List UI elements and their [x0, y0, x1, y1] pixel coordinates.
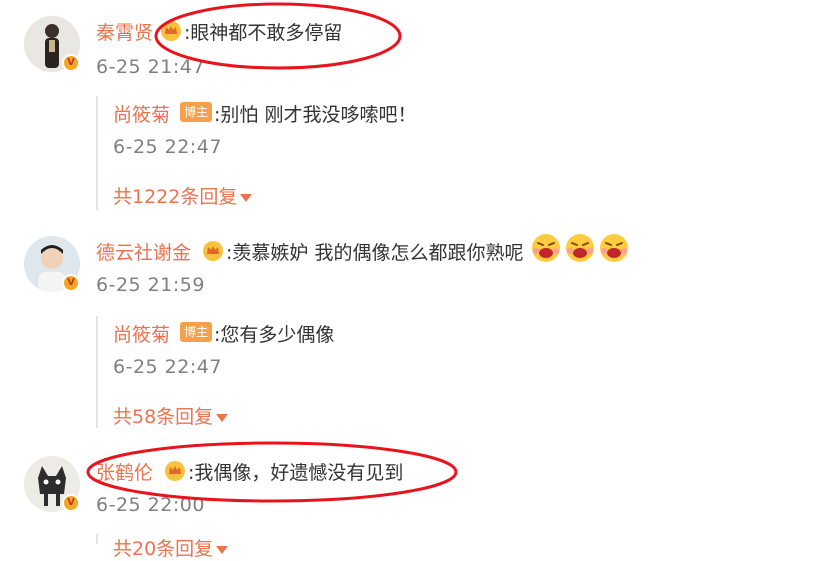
- comment-author[interactable]: 张鹤伦: [96, 458, 153, 485]
- comment-author[interactable]: 秦霄贤: [96, 18, 153, 45]
- reply-divider: [96, 534, 98, 544]
- reply-text: :您有多少偶像: [214, 324, 335, 346]
- comment-author[interactable]: 德云社谢金: [96, 238, 191, 265]
- caret-down-icon: [216, 413, 229, 422]
- more-replies-link[interactable]: 共58条回复: [113, 402, 229, 429]
- verified-badge-icon: V: [62, 54, 80, 72]
- verified-badge-icon: V: [62, 494, 80, 512]
- host-badge: 博主: [180, 102, 213, 122]
- reply-author[interactable]: 尚筱菊: [113, 320, 170, 347]
- reply-author[interactable]: 尚筱菊: [113, 100, 170, 127]
- more-replies-label[interactable]: 共58条回复: [113, 406, 213, 428]
- reply-time: 6-25 22:47: [113, 136, 222, 158]
- crown-icon: [165, 461, 185, 481]
- more-replies-link[interactable]: 共20条回复: [113, 534, 229, 561]
- verified-badge-icon: V: [62, 274, 80, 292]
- comment-time: 6-25 21:47: [96, 56, 205, 78]
- more-replies-label[interactable]: 共1222条回复: [113, 186, 237, 208]
- host-badge: 博主: [180, 322, 213, 342]
- comment-time: 6-25 22:00: [96, 494, 205, 516]
- laughing-crying-emoji-icon: [600, 234, 628, 262]
- comment-text: :眼神都不敢多停留: [184, 22, 343, 44]
- laughing-crying-emoji-icon: [532, 234, 560, 262]
- reply-divider: [96, 316, 98, 428]
- reply-divider: [96, 96, 98, 210]
- crown-icon: [203, 241, 223, 261]
- crown-icon: [161, 21, 181, 41]
- caret-down-icon: [216, 545, 229, 554]
- comment-time: 6-25 21:59: [96, 274, 205, 296]
- more-replies-link[interactable]: 共1222条回复: [113, 182, 253, 209]
- caret-down-icon: [240, 193, 253, 202]
- reply-text: :别怕 刚才我没哆嗦吧！: [214, 104, 417, 126]
- comment-text: :羡慕嫉妒 我的偶像怎么都跟你熟呢: [226, 242, 524, 264]
- reply-time: 6-25 22:47: [113, 356, 222, 378]
- more-replies-label[interactable]: 共20条回复: [113, 538, 213, 560]
- laughing-crying-emoji-icon: [566, 234, 594, 262]
- comment-text: :我偶像，好遗憾没有见到: [188, 462, 404, 484]
